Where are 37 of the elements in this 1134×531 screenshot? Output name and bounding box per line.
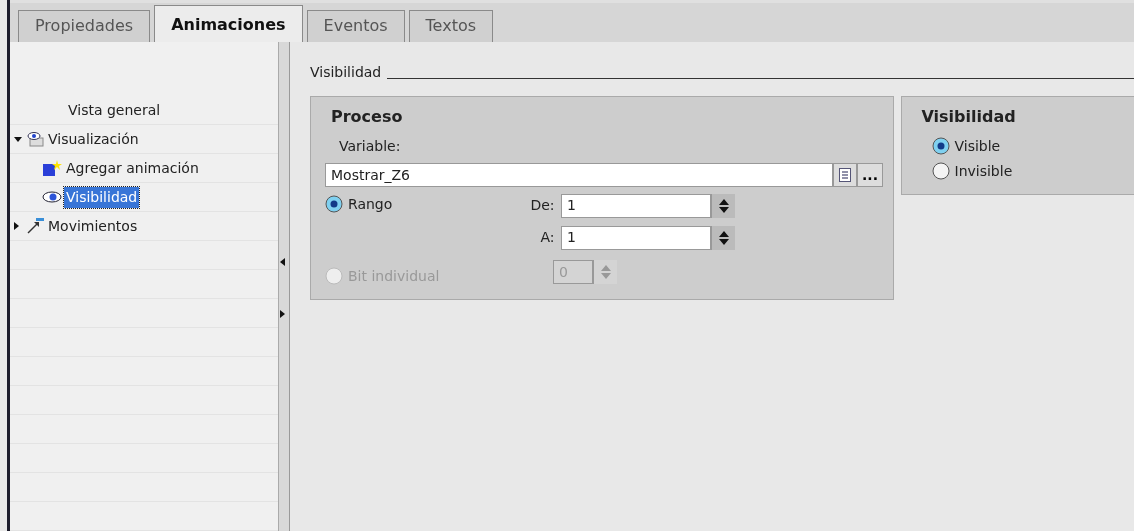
tab[interactable]: Animaciones — [154, 5, 303, 42]
number-field: 0 — [553, 260, 593, 284]
radio-button[interactable] — [931, 137, 950, 155]
radio-button[interactable] — [325, 195, 343, 213]
tree-item[interactable]: Vista general — [14, 99, 163, 121]
group-title: Visibilidad — [921, 106, 1017, 128]
tree-item[interactable]: Agregar animación — [64, 157, 201, 179]
tab[interactable]: Propiedades — [18, 10, 151, 42]
radio-label: Invisible — [954, 161, 1013, 181]
collapse-left-icon[interactable] — [280, 258, 285, 266]
display-icon — [26, 131, 44, 147]
spinner-arrows-icon[interactable] — [711, 193, 735, 218]
add-animation-icon — [42, 160, 62, 176]
motion-icon — [26, 218, 44, 234]
spinner-arrows-icon — [593, 260, 617, 284]
tree-item[interactable]: Movimientos — [46, 215, 140, 237]
tree-item[interactable]: Visibilidad — [64, 186, 140, 208]
expanded-arrow-icon[interactable] — [14, 136, 24, 142]
tab[interactable]: Eventos — [306, 10, 405, 42]
radio-button[interactable] — [931, 162, 950, 180]
browse-button[interactable]: ... — [857, 163, 883, 187]
radio-label: Rango — [348, 194, 393, 214]
list-icon[interactable] — [833, 163, 857, 187]
section-title: Visibilidad — [310, 63, 382, 82]
radio-label: Visible — [954, 136, 1001, 156]
field-label: Variable: — [338, 136, 402, 156]
field-label: A: — [540, 228, 555, 247]
tree-item[interactable]: Visualización — [46, 128, 141, 150]
number-field[interactable]: 1 — [561, 193, 711, 218]
variable-field[interactable]: Mostrar_Z6 — [325, 163, 833, 187]
expand-right-icon[interactable] — [280, 310, 285, 318]
spinner-arrows-icon[interactable] — [711, 225, 735, 250]
eye-icon — [42, 191, 62, 203]
tab[interactable]: Textos — [408, 10, 494, 42]
group-title: Proceso — [331, 106, 404, 128]
field-label: De: — [530, 196, 555, 215]
number-field[interactable]: 1 — [561, 225, 711, 250]
